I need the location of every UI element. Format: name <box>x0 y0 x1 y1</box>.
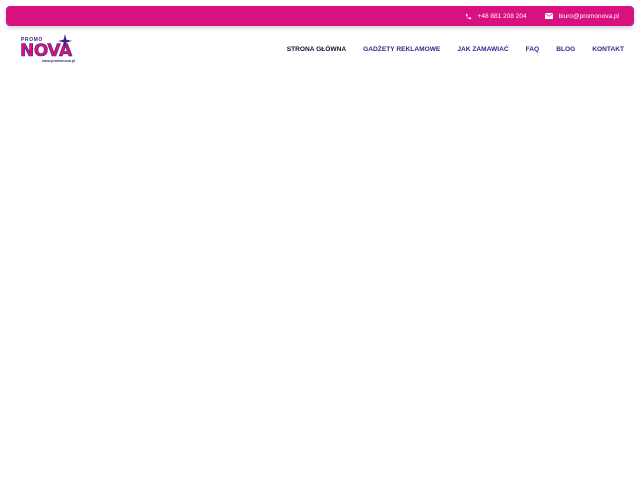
nav-item-strona-glowna[interactable]: STRONA GŁÓWNA <box>287 46 346 53</box>
nav-item-gadzety-reklamowe[interactable]: GADŻETY REKLAMOWE <box>363 46 440 53</box>
logo[interactable]: PROMO NOVA www.promonova.pl <box>20 34 84 64</box>
top-bar: +48 881 208 204 biuro@promonova.pl <box>6 6 634 26</box>
main-nav: STRONA GŁÓWNA GADŻETY REKLAMOWE JAK ZAMA… <box>287 46 624 53</box>
envelope-icon <box>544 13 553 19</box>
phone-icon <box>465 13 472 20</box>
star-icon <box>58 34 72 53</box>
nav-item-kontakt[interactable]: KONTAKT <box>592 46 624 53</box>
phone-number: +48 881 208 204 <box>477 12 527 20</box>
phone-link[interactable]: +48 881 208 204 <box>465 13 527 20</box>
logo-url-text: www.promonova.pl <box>42 59 76 63</box>
nav-item-blog[interactable]: BLOG <box>556 46 575 53</box>
email-link[interactable]: biuro@promonova.pl <box>544 12 619 20</box>
email-address: biuro@promonova.pl <box>558 12 619 20</box>
nav-item-jak-zamawiac[interactable]: JAK ZAMAWIAĆ <box>457 46 508 53</box>
site-header: PROMO NOVA www.promonova.pl STRONA GŁÓWN… <box>0 26 640 72</box>
nav-item-faq[interactable]: FAQ <box>526 46 540 53</box>
